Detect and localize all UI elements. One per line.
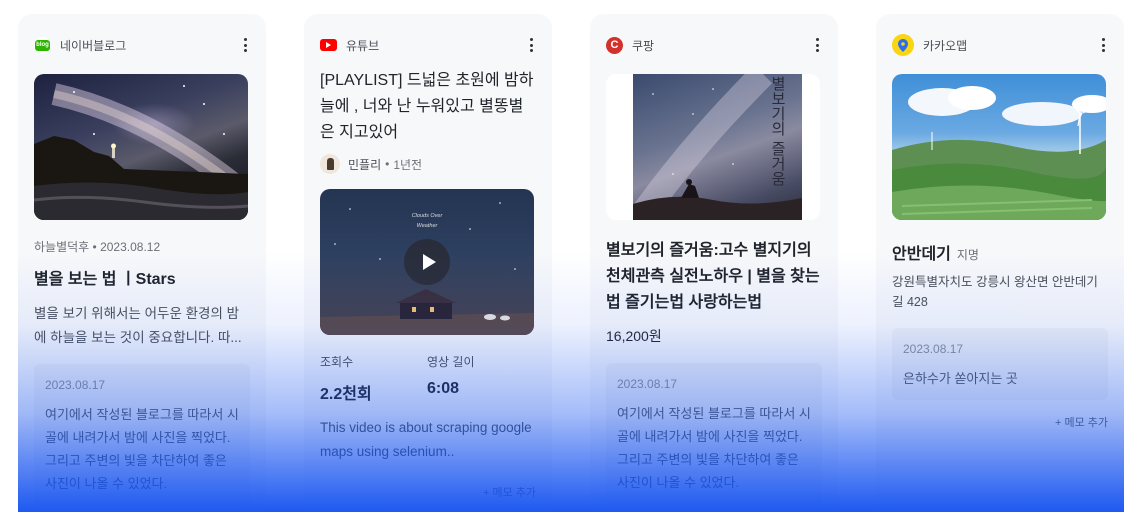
- card-source: 카카오맵: [892, 34, 1108, 56]
- source-name: 쿠팡: [632, 38, 655, 53]
- channel-name[interactable]: 민플리: [348, 156, 381, 173]
- source-name: 네이버블로그: [60, 38, 127, 53]
- channel-row: 민플리 • 1년전: [320, 154, 536, 174]
- views-stat: 조회수 2.2천회: [320, 353, 427, 404]
- play-icon[interactable]: [404, 239, 450, 285]
- memo-date: 2023.08.17: [617, 377, 678, 391]
- youtube-logo-icon: [320, 37, 337, 54]
- kakaomap-logo-icon: [892, 34, 914, 56]
- memo-text: 여기에서 작성된 블로그를 따라서 시골에 내려가서 밤에 사진을 찍었다. 그…: [617, 406, 811, 490]
- naver-blog-logo-text: blog: [35, 39, 50, 51]
- memo-text: 여기에서 작성된 블로그를 따라서 시골에 내려가서 밤에 사진을 찍었다. 그…: [45, 407, 239, 491]
- blog-thumbnail-image[interactable]: [34, 74, 248, 220]
- card-kakaomap[interactable]: 카카오맵 안반데기 지명 강원특별자치도 강릉시 왕산면 안반데기길 428 2…: [876, 14, 1124, 512]
- place-name-row: 안반데기 지명: [892, 240, 1108, 264]
- card-youtube[interactable]: 유튜브 [PLAYLIST] 드넓은 초원에 밤하늘에 , 너와 난 누워있고 …: [304, 14, 552, 512]
- video-stats: 조회수 2.2천회 영상 길이 6:08: [320, 353, 536, 404]
- card-row: blog 네이버블로그 하늘별덕후 • 2023.08.12 별을 보는 법 ㅣ…: [18, 14, 1124, 512]
- memo-date: 2023.08.17: [45, 378, 106, 392]
- milky-way-lighthouse-illustration: [34, 83, 248, 220]
- place-name[interactable]: 안반데기: [892, 240, 951, 264]
- card-source: 유튜브: [320, 36, 536, 54]
- more-vertical-icon[interactable]: [812, 37, 822, 53]
- memo-box[interactable]: 2023.08.17 여기에서 작성된 블로그를 따라서 시골에 내려가서 밤에…: [606, 363, 822, 504]
- views-label: 조회수: [320, 355, 354, 369]
- product-title[interactable]: 별보기의 즐거움:고수 별지기의 천체관측 실전노하우 | 별을 찾는 법 즐기…: [606, 238, 822, 316]
- blog-title[interactable]: 별을 보는 법 ㅣStars: [34, 267, 250, 293]
- card-source: C 쿠팡: [606, 36, 822, 54]
- book-cover: 별보기의 즐거움: [633, 74, 802, 220]
- blog-meta: 하늘별덕후 • 2023.08.12: [34, 240, 161, 254]
- length-label: 영상 길이: [427, 355, 475, 369]
- blog-description: 별을 보기 위해서는 어두운 환경의 밤에 하늘을 보는 것이 중요합니다. 따…: [34, 306, 242, 345]
- more-vertical-icon[interactable]: [526, 37, 536, 53]
- product-image[interactable]: 별보기의 즐거움: [606, 74, 820, 220]
- highland-field-illustration: [892, 86, 1106, 220]
- naver-blog-logo-icon: blog: [34, 36, 51, 54]
- card-naver-blog[interactable]: blog 네이버블로그 하늘별덕후 • 2023.08.12 별을 보는 법 ㅣ…: [18, 14, 266, 512]
- coupang-logo-icon: C: [606, 36, 623, 54]
- memo-date: 2023.08.17: [903, 342, 964, 356]
- place-type: 지명: [956, 248, 979, 262]
- memo-box[interactable]: 2023.08.17 여기에서 작성된 블로그를 따라서 시골에 내려가서 밤에…: [34, 364, 250, 505]
- channel-avatar[interactable]: [320, 154, 340, 174]
- book-cover-title: 별보기의 즐거움: [769, 76, 787, 186]
- add-memo-button[interactable]: + 메모 추가: [892, 414, 1108, 430]
- card-source: blog 네이버블로그: [34, 36, 250, 54]
- card-coupang[interactable]: C 쿠팡 별보기의 즐거움 별보기의 즐거움:고수 별지기의 천체관측 실전노하…: [590, 14, 838, 512]
- video-description: This video is about scraping google maps…: [320, 420, 532, 459]
- more-vertical-icon[interactable]: [240, 37, 250, 53]
- length-stat: 영상 길이 6:08: [427, 353, 475, 404]
- map-pin-icon: [898, 38, 908, 52]
- memo-box[interactable]: 2023.08.17 은하수가 쏟아지는 곳: [892, 328, 1108, 400]
- memo-text: 은하수가 쏟아지는 곳: [903, 371, 1018, 386]
- add-memo-button[interactable]: + 메모 추가: [320, 484, 536, 500]
- views-value: 2.2천회: [320, 386, 372, 403]
- length-value: 6:08: [427, 380, 460, 397]
- place-image[interactable]: [892, 74, 1106, 220]
- upload-time: 1년전: [393, 157, 423, 172]
- separator-dot: •: [385, 157, 390, 171]
- source-name: 유튜브: [346, 38, 380, 53]
- video-thumbnail[interactable]: Clouds Over Weather: [320, 189, 534, 335]
- video-title[interactable]: [PLAYLIST] 드넓은 초원에 밤하늘에 , 너와 난 누워있고 별똥별은…: [320, 68, 536, 146]
- source-name: 카카오맵: [923, 38, 968, 53]
- more-vertical-icon[interactable]: [1098, 37, 1108, 53]
- place-address: 강원특별자치도 강릉시 왕산면 안반데기길 428: [892, 275, 1098, 309]
- product-price: 16,200원: [606, 328, 662, 344]
